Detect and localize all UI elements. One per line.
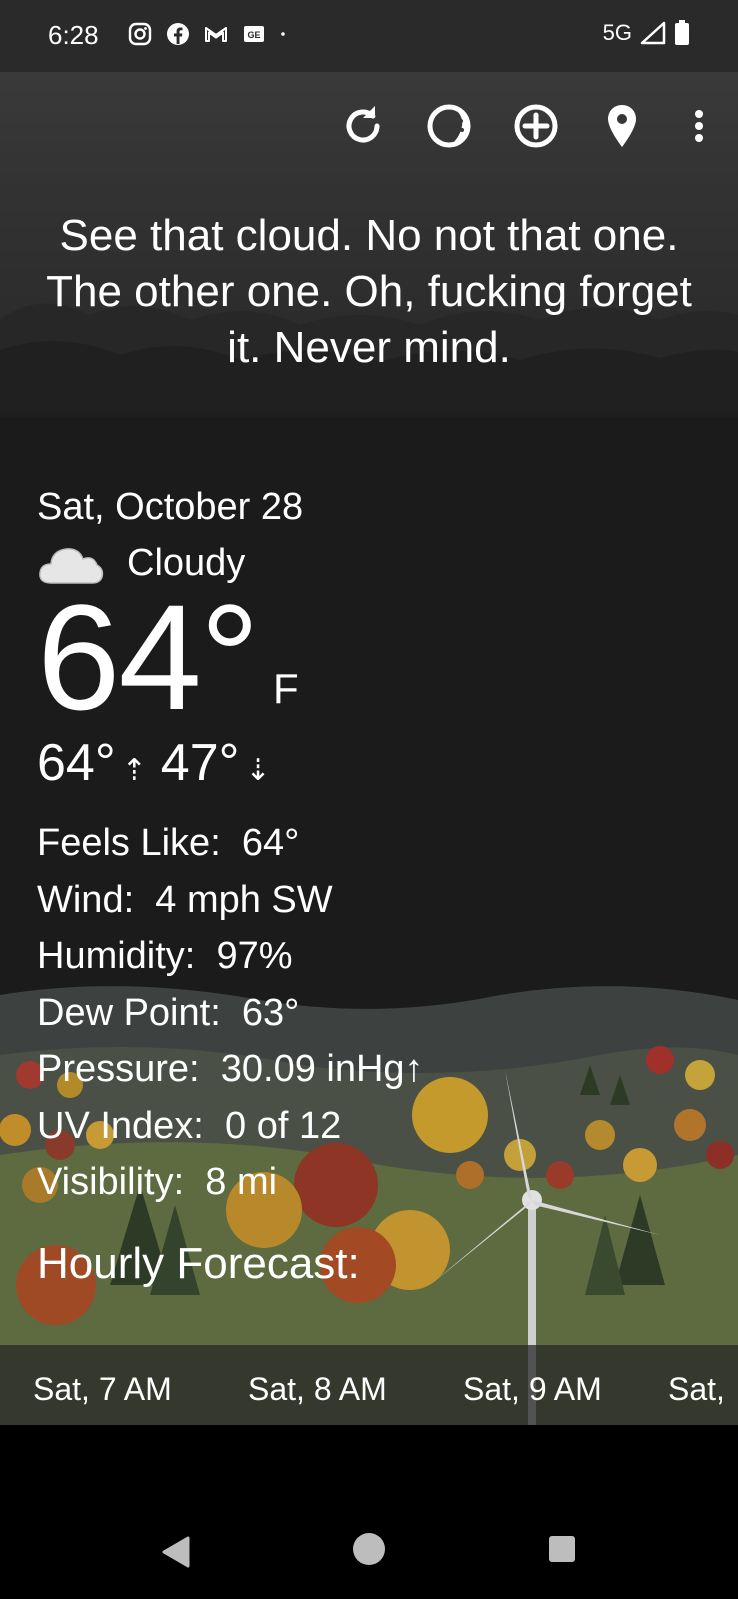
- add-location-button[interactable]: [512, 102, 560, 150]
- current-temperature: 64°: [37, 573, 260, 741]
- news-icon: GE: [244, 26, 264, 42]
- facebook-icon: [167, 23, 189, 45]
- detail-visibility: Visibility: 8 mi: [37, 1161, 278, 1203]
- back-icon[interactable]: [160, 1535, 192, 1569]
- instagram-icon: [128, 22, 152, 46]
- weather-details: Feels Like: 64° Wind: 4 mph SW Humidity:…: [37, 815, 424, 1211]
- detail-humidity: Humidity: 97%: [37, 935, 293, 977]
- high-temperature: 64°: [37, 734, 116, 792]
- date-label: Sat, October 28: [37, 486, 304, 528]
- low-temperature: 47°: [160, 734, 240, 792]
- hourly-item[interactable]: Sat,: [668, 1371, 725, 1408]
- theme-button[interactable]: [425, 102, 473, 150]
- signal-icon: [640, 21, 666, 45]
- temperature-unit: F: [273, 665, 299, 712]
- status-right: 5G: [603, 20, 690, 46]
- dot-icon: [281, 32, 285, 36]
- hourly-forecast-title: Hourly Forecast:: [37, 1238, 360, 1288]
- hourly-item[interactable]: Sat, 8 AM: [248, 1371, 387, 1408]
- arrow-down-icon: ⇣: [245, 754, 271, 787]
- temperature-row: 64° F: [37, 582, 424, 732]
- weather-quote: See that cloud. No not that one. The oth…: [46, 211, 692, 372]
- recents-icon[interactable]: [547, 1534, 577, 1564]
- notification-icons: GE: [128, 22, 292, 46]
- detail-uv-index: UV Index: 0 of 12: [37, 1104, 342, 1147]
- toolbar: [0, 72, 738, 177]
- hourly-item[interactable]: Sat, 7 AM: [33, 1371, 172, 1408]
- arrow-up-icon: ⇡: [121, 754, 147, 787]
- more-vert-icon: [695, 110, 703, 142]
- detail-dew-point: Dew Point: 63°: [37, 991, 300, 1034]
- more-options-button[interactable]: [675, 102, 723, 150]
- current-weather: Sat, October 28 Cloudy 64° F 64° ⇡ 47° ⇣…: [37, 486, 424, 1289]
- battery-icon: [675, 20, 689, 45]
- status-time: 6:28: [48, 20, 99, 50]
- gmail-icon: [205, 27, 227, 42]
- theme-icon: [427, 104, 471, 148]
- location-button[interactable]: [598, 102, 646, 150]
- location-pin-icon: [608, 105, 636, 147]
- add-location-icon: [514, 104, 558, 148]
- home-icon[interactable]: [351, 1531, 387, 1567]
- network-type: 5G: [602, 20, 632, 45]
- refresh-icon: [346, 106, 380, 143]
- refresh-button[interactable]: [339, 102, 387, 150]
- detail-wind: Wind: 4 mph SW: [37, 878, 333, 921]
- hourly-forecast-strip[interactable]: Sat, 7 AM Sat, 8 AM Sat, 9 AM Sat,: [0, 1345, 738, 1425]
- high-low-row: 64° ⇡ 47° ⇣: [37, 733, 424, 793]
- detail-feels-like: Feels Like: 64°: [37, 822, 300, 864]
- system-nav-bar: [0, 1425, 738, 1599]
- detail-pressure: Pressure: 30.09 inHg↑: [37, 1048, 424, 1090]
- status-bar: 6:28 GE 5G: [0, 0, 738, 72]
- svg-text:GE: GE: [247, 30, 260, 40]
- hourly-item[interactable]: Sat, 9 AM: [463, 1371, 602, 1408]
